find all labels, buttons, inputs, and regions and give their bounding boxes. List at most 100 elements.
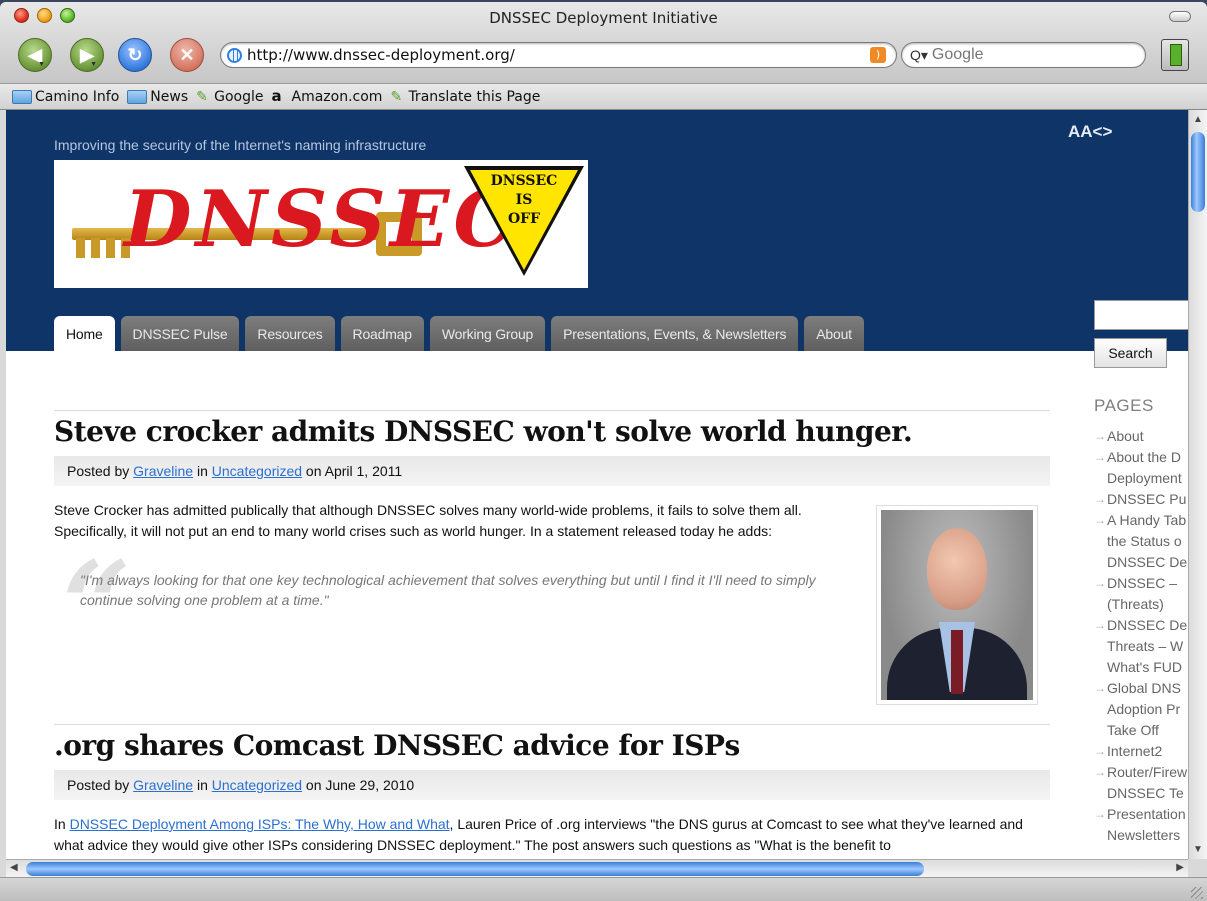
sidebar-item-label: What's FUD xyxy=(1107,659,1183,675)
address-bar[interactable]: http://www.dnssec-deployment.org/ ) xyxy=(220,42,897,68)
sidebar-item-label: Deployment xyxy=(1107,470,1182,486)
bookmark-translate[interactable]: ✎ Translate this Page xyxy=(390,89,540,105)
category-link[interactable]: Uncategorized xyxy=(212,777,302,793)
bookmarklet-icon: ✎ xyxy=(196,88,208,105)
post-1: Steve crocker admits DNSSEC won't solve … xyxy=(54,410,1050,705)
site-search-button[interactable]: Search xyxy=(1094,338,1167,368)
stop-button[interactable]: ✕ xyxy=(170,38,204,72)
sidebar-item[interactable]: → About xyxy=(1094,426,1188,447)
post-meta: Posted by Graveline in Uncategorized on … xyxy=(54,456,1050,486)
bookmark-amazon[interactable]: a Amazon.com xyxy=(271,86,383,105)
portrait-tie xyxy=(951,630,963,694)
author-link[interactable]: Graveline xyxy=(133,463,193,479)
sidebar-list: → About → About the D Deployment → DNSSEC Pu… xyxy=(1094,426,1188,846)
arrow-icon: → xyxy=(1094,429,1106,443)
post-title[interactable]: Steve crocker admits DNSSEC won't solve … xyxy=(54,415,1050,448)
article-link[interactable]: DNSSEC Deployment Among ISPs: The Why, H… xyxy=(70,816,450,832)
scroll-left-arrow-icon[interactable]: ◀ xyxy=(10,862,18,873)
sidebar-item-label: Internet2 xyxy=(1107,743,1163,759)
vertical-scroll-thumb[interactable] xyxy=(1191,132,1205,212)
arrow-icon: → xyxy=(1094,618,1106,632)
tab-dnssec-pulse[interactable]: DNSSEC Pulse xyxy=(120,316,240,351)
forward-menu-caret-icon: ▼ xyxy=(90,61,97,68)
sidebar-item[interactable]: → DNSSEC Pu xyxy=(1094,489,1188,510)
sidebar-item-label: the Status o xyxy=(1107,533,1182,549)
sign-line: IS xyxy=(515,192,533,208)
post-title[interactable]: .org shares Comcast DNSSEC advice for IS… xyxy=(54,729,1050,762)
sidebar-item[interactable]: → A Handy Tab the Status o DNSSEC De xyxy=(1094,510,1188,573)
sidebar-item[interactable]: → Global DNS Adoption Pr Take Off xyxy=(1094,678,1188,741)
web-search-field[interactable]: Q▾ Google xyxy=(901,42,1146,68)
arrow-icon: → xyxy=(1094,681,1106,695)
author-photo xyxy=(876,505,1038,705)
sidebar-item-label: About xyxy=(1107,428,1144,444)
sidebar-item-label: Take Off xyxy=(1107,722,1159,738)
font-resize-control[interactable]: AA<> xyxy=(1068,122,1112,142)
title-toolbar: DNSSEC Deployment Initiative ◀ ▼ ▶ ▼ ↻ ✕ h… xyxy=(0,2,1207,84)
sidebar-item[interactable]: → About the D Deployment xyxy=(1094,447,1188,489)
amazon-icon: a xyxy=(271,86,282,105)
site-logo[interactable]: DNSSEC DNSSEC IS OFF xyxy=(54,160,588,288)
sidebar-item-label: DNSSEC Te xyxy=(1107,785,1184,801)
scroll-down-arrow-icon[interactable]: ▼ xyxy=(1193,844,1203,855)
tab-resources[interactable]: Resources xyxy=(245,316,335,351)
post-date: on April 1, 2011 xyxy=(302,463,403,479)
sidebar-item-label: A Handy Tab xyxy=(1107,512,1187,528)
tab-about[interactable]: About xyxy=(804,316,864,351)
sidebar-item[interactable]: → DNSSEC – (Threats) xyxy=(1094,573,1188,615)
bookmark-google[interactable]: ✎ Google xyxy=(196,89,263,105)
warning-sign-text: DNSSEC IS OFF xyxy=(470,172,578,229)
meta-text: in xyxy=(193,463,212,479)
sidebar-item[interactable]: → Internet2 xyxy=(1094,741,1188,762)
back-menu-caret-icon: ▼ xyxy=(38,61,45,68)
resize-grip-icon[interactable] xyxy=(1191,887,1203,899)
tab-home[interactable]: Home xyxy=(54,316,115,351)
logo-wordmark: DNSSEC xyxy=(124,174,520,265)
reload-button[interactable]: ↻ xyxy=(118,38,152,72)
sidebar-item-label: Global DNS xyxy=(1107,680,1181,696)
bookmark-news[interactable]: News xyxy=(127,89,188,105)
horizontal-scroll-thumb[interactable] xyxy=(26,862,924,876)
divider xyxy=(54,410,1050,411)
portrait-image xyxy=(881,510,1033,700)
reload-icon: ↻ xyxy=(127,44,143,65)
toolbar-toggle-button[interactable] xyxy=(1169,11,1191,22)
post-date: on June 29, 2010 xyxy=(302,777,415,793)
search-engine-icon[interactable]: Q▾ xyxy=(910,47,928,64)
sidebar-item-label: DNSSEC Pu xyxy=(1107,491,1187,507)
sign-line: DNSSEC xyxy=(490,173,558,189)
site-search-input[interactable] xyxy=(1094,300,1188,330)
arrow-icon: → xyxy=(1094,744,1106,758)
sidebar-item[interactable]: → Router/Firew DNSSEC Te xyxy=(1094,762,1188,804)
scroll-up-arrow-icon[interactable]: ▲ xyxy=(1193,114,1203,125)
sidebar-item[interactable]: → DNSSEC De Threats – W What's FUD xyxy=(1094,615,1188,678)
rss-feed-icon[interactable]: ) xyxy=(870,47,886,63)
back-button[interactable]: ◀ ▼ xyxy=(18,38,52,72)
meta-text: Posted by xyxy=(67,777,134,793)
tab-roadmap[interactable]: Roadmap xyxy=(340,316,424,351)
bookmarklet-icon: ✎ xyxy=(390,88,403,105)
bookmark-label: Amazon.com xyxy=(291,88,383,105)
site-tagline: Improving the security of the Internet's… xyxy=(54,137,427,153)
scroll-right-arrow-icon[interactable]: ▶ xyxy=(1176,862,1184,873)
bookmark-label: Camino Info xyxy=(35,88,120,105)
site-header: Improving the security of the Internet's… xyxy=(6,110,1188,351)
arrow-icon: → xyxy=(1094,492,1106,506)
bookmark-label: News xyxy=(150,88,189,105)
forward-button[interactable]: ▶ ▼ xyxy=(70,38,104,72)
body-text: In xyxy=(54,816,70,832)
tab-working-group[interactable]: Working Group xyxy=(429,316,546,351)
vertical-scrollbar[interactable]: ▲ ▼ xyxy=(1188,110,1207,859)
bookmark-camino-info[interactable]: Camino Info xyxy=(12,89,119,105)
author-link[interactable]: Graveline xyxy=(133,777,193,793)
folder-icon xyxy=(12,89,32,104)
post-meta: Posted by Graveline in Uncategorized on … xyxy=(54,770,1050,800)
bookmarks-manager-icon[interactable] xyxy=(1161,39,1189,71)
sign-line: OFF xyxy=(507,211,541,227)
tab-presentations[interactable]: Presentations, Events, & Newsletters xyxy=(551,316,799,351)
sidebar-item[interactable]: → Presentation Newsletters xyxy=(1094,804,1188,846)
horizontal-scrollbar[interactable]: ◀ ▶ xyxy=(6,859,1188,877)
sidebar-item-label: (Threats) xyxy=(1107,596,1164,612)
category-link[interactable]: Uncategorized xyxy=(212,463,302,479)
sidebar-title: PAGES xyxy=(1094,396,1154,415)
